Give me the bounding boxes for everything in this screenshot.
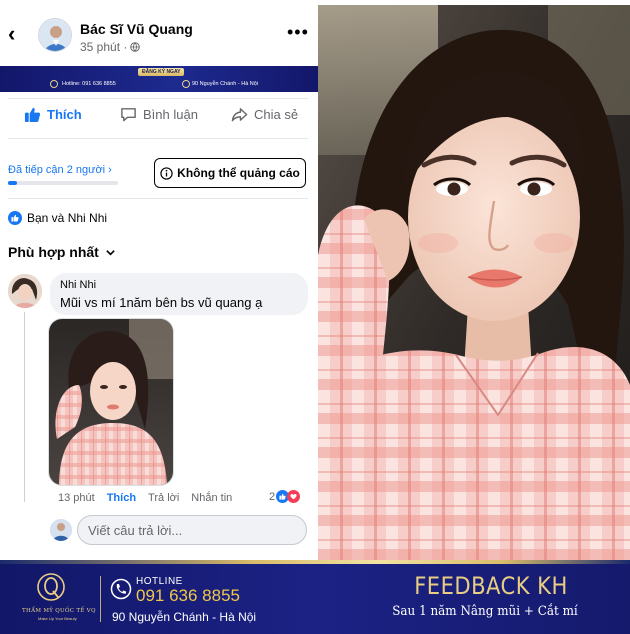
cant-advertise-button[interactable]: Không thể quảng cáo <box>154 158 306 188</box>
love-reaction-icon <box>287 490 301 503</box>
comment-reaction-number: 2 <box>269 490 276 503</box>
comment-reply-button[interactable]: Trả lời <box>148 492 179 504</box>
chevron-left-icon[interactable]: ‹ <box>8 22 28 46</box>
chevron-down-icon <box>106 249 115 256</box>
post-time: 35 phút · <box>80 40 128 54</box>
divider <box>8 198 308 199</box>
page-name[interactable]: Bác Sĩ Vũ Quang <box>80 21 193 37</box>
page-avatar[interactable] <box>38 18 72 52</box>
comment-reaction-count[interactable]: 2 <box>269 490 301 503</box>
clinic-logo-tagline: Make Up Your Beauty <box>38 616 77 621</box>
comment-message-button[interactable]: Nhắn tin <box>191 492 232 504</box>
reach-link[interactable]: Đã tiếp cận 2 người › <box>8 164 112 176</box>
like-label: Thích <box>47 107 82 122</box>
globe-icon <box>130 42 141 52</box>
divider <box>8 98 308 99</box>
reply-input[interactable] <box>77 515 307 545</box>
post-header: ‹ Bác Sĩ Vũ Quang 35 phút · ••• <box>0 0 318 66</box>
comment-time: 13 phút <box>58 492 95 504</box>
feedback-photo <box>318 5 630 560</box>
comment-icon <box>121 108 136 122</box>
reach-progress-bar <box>8 181 118 185</box>
feedback-title: FEEDBACK KH <box>414 572 568 600</box>
post-actions: Thích Bình luận Chia sẻ <box>0 100 318 132</box>
like-button[interactable]: Thích <box>24 106 82 123</box>
comment-author[interactable]: Nhi Nhi <box>60 279 298 291</box>
comment-actions: 13 phút Thích Trả lời Nhắn tin <box>58 492 244 504</box>
comment-button[interactable]: Bình luận <box>120 106 198 123</box>
info-icon <box>160 166 173 180</box>
comment-like-button[interactable]: Thích <box>107 492 136 504</box>
comment-text: Mũi vs mí 1năm bên bs vũ quang ạ <box>60 295 263 310</box>
banner-address: 90 Nguyễn Chánh - Hà Nội <box>192 81 259 87</box>
clinic-logo-icon <box>37 573 65 601</box>
reach-progress-fill <box>8 181 17 185</box>
banner-separator <box>100 576 101 622</box>
facebook-post-panel: ‹ Bác Sĩ Vũ Quang 35 phút · ••• ĐĂNG KÝ … <box>0 0 318 560</box>
phone-icon <box>50 80 58 88</box>
feedback-subtitle: Sau 1 năm Nâng mũi + Cắt mí <box>392 604 578 619</box>
comment-bubble: Nhi Nhi Mũi vs mí 1năm bên bs vũ quang ạ <box>50 273 308 315</box>
phone-icon <box>110 578 132 600</box>
cant-advertise-label: Không thể quảng cáo <box>177 166 300 180</box>
user-avatar <box>50 519 72 541</box>
thumbs-up-icon <box>24 107 41 123</box>
like-reaction-icon <box>8 211 22 225</box>
post-meta: 35 phút · <box>80 40 141 54</box>
sort-label: Phù hợp nhất <box>8 244 99 260</box>
comment-photo[interactable] <box>48 318 174 486</box>
share-icon <box>231 108 248 122</box>
location-icon <box>182 80 190 88</box>
divider <box>8 138 308 139</box>
commenter-avatar[interactable] <box>8 274 42 308</box>
post-image-banner[interactable]: ĐĂNG KÝ NGAY Hotline: 091 636 8855 90 Ng… <box>0 66 318 92</box>
comment-label: Bình luận <box>143 107 198 122</box>
clinic-address: 90 Nguyễn Chánh - Hà Nội <box>112 610 257 624</box>
thread-line <box>24 312 25 502</box>
banner-register-button: ĐĂNG KÝ NGAY <box>138 68 185 76</box>
comment-sort-dropdown[interactable]: Phù hợp nhất <box>8 244 116 260</box>
bottom-banner: THẨM MỸ QUỐC TẾ VQ Make Up Your Beauty H… <box>0 564 630 634</box>
hotline-number[interactable]: 091 636 8855 <box>136 586 240 606</box>
reaction-summary[interactable]: Bạn và Nhi Nhi <box>8 211 107 225</box>
banner-hotline: Hotline: 091 636 8855 <box>62 81 116 87</box>
share-button[interactable]: Chia sẻ <box>231 106 298 123</box>
share-label: Chia sẻ <box>254 107 299 122</box>
more-horizontal-icon[interactable]: ••• <box>287 22 309 43</box>
reaction-summary-text: Bạn và Nhi Nhi <box>27 211 108 225</box>
clinic-logo-text: THẨM MỸ QUỐC TẾ VQ <box>22 608 96 614</box>
